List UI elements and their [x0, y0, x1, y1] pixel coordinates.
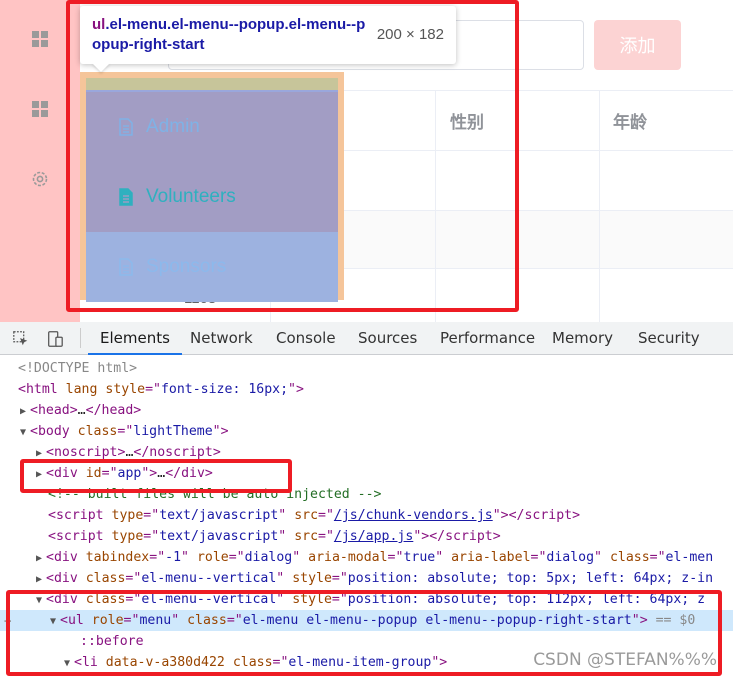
annotation-box — [6, 590, 722, 676]
devtools-toolbar: Elements Network Console Sources Perform… — [0, 322, 733, 355]
dom-node[interactable]: <html lang style="font-size: 16px;"> — [0, 379, 733, 400]
tab-console[interactable]: Console — [264, 322, 348, 355]
dom-node[interactable]: ▼ <body class="lightTheme"> — [0, 421, 733, 442]
dom-node[interactable]: <script type="text/javascript" src="/js/… — [0, 526, 733, 547]
tab-elements[interactable]: Elements — [88, 322, 182, 355]
dom-node[interactable]: ▶ <div class="el-menu--vertical" style="p… — [0, 568, 733, 589]
grid-icon[interactable] — [28, 97, 52, 121]
tab-memory[interactable]: Memory — [540, 322, 625, 355]
tab-security[interactable]: Security — [626, 322, 712, 355]
annotation-box — [66, 0, 519, 312]
tab-sources[interactable]: Sources — [346, 322, 429, 355]
inspect-element-icon[interactable] — [10, 328, 32, 350]
column-header-age[interactable]: 年龄 — [613, 108, 647, 133]
annotation-box — [20, 459, 292, 493]
dom-node[interactable]: <!DOCTYPE html> — [0, 358, 733, 379]
grid-icon[interactable] — [28, 27, 52, 51]
dom-node[interactable]: ▶ <head>…</head> — [0, 400, 733, 421]
tab-performance[interactable]: Performance — [428, 322, 547, 355]
device-toggle-icon[interactable] — [44, 328, 66, 350]
dom-node[interactable]: ▶ <div tabindex="-1" role="dialog" aria-m… — [0, 547, 733, 568]
dom-node[interactable]: <script type="text/javascript" src="/js/… — [0, 505, 733, 526]
tab-network[interactable]: Network — [178, 322, 265, 355]
gear-icon[interactable] — [28, 167, 52, 191]
add-button[interactable]: 添加 — [594, 20, 681, 70]
